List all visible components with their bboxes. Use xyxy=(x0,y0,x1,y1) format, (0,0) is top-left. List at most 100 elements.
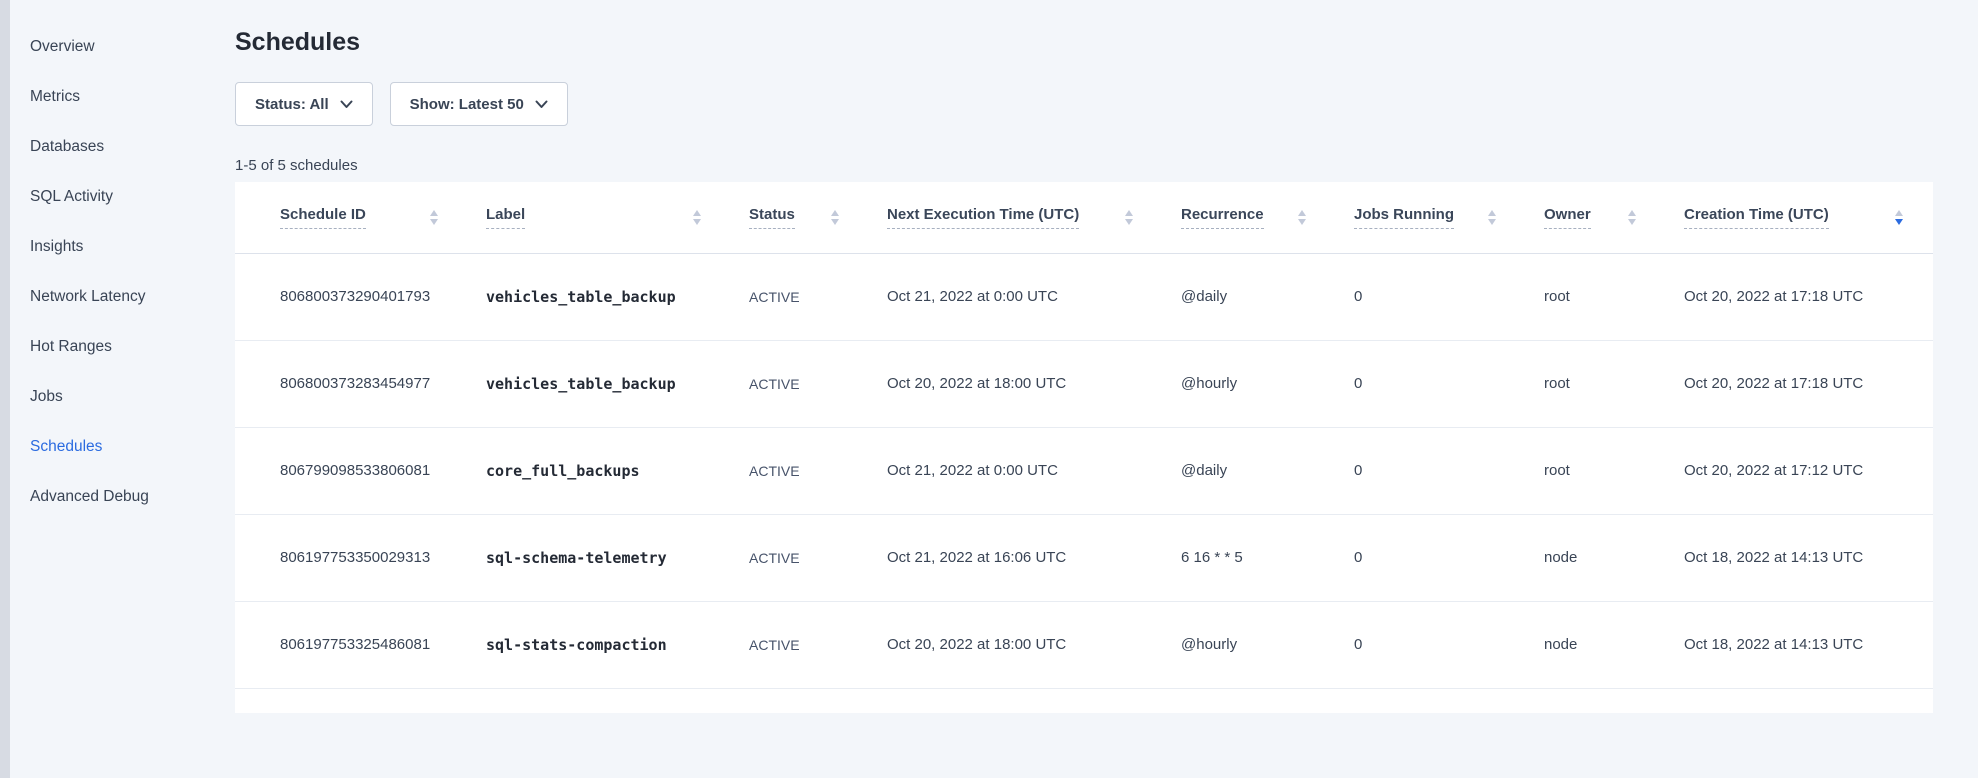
cell-owner: root xyxy=(1544,253,1684,340)
cell-next-execution-time: Oct 20, 2022 at 18:00 UTC xyxy=(887,601,1181,688)
cell-schedule-id: 806197753325486081 xyxy=(235,601,486,688)
sidebar-item-databases[interactable]: Databases xyxy=(30,122,235,172)
sort-icon xyxy=(1628,210,1636,225)
cell-recurrence: @hourly xyxy=(1181,601,1354,688)
main-content: Schedules Status: All Show: Latest 50 1-… xyxy=(235,0,1978,778)
sort-icon xyxy=(693,210,701,225)
cell-creation-time: Oct 18, 2022 at 14:13 UTC xyxy=(1684,601,1933,688)
cell-jobs-running: 0 xyxy=(1354,253,1544,340)
cell-status: ACTIVE xyxy=(749,601,887,688)
cell-schedule-id: 806799098533806081 xyxy=(235,427,486,514)
sidebar-item-label: Hot Ranges xyxy=(30,338,112,356)
cell-label: sql-stats-compaction xyxy=(486,601,749,688)
cell-next-execution-time: Oct 21, 2022 at 0:00 UTC xyxy=(887,427,1181,514)
cell-creation-time: Oct 20, 2022 at 17:12 UTC xyxy=(1684,427,1933,514)
cell-recurrence: 6 16 * * 5 xyxy=(1181,514,1354,601)
column-header-status[interactable]: Status xyxy=(749,182,887,253)
column-header-label: Schedule ID xyxy=(280,206,366,229)
page-title: Schedules xyxy=(235,28,1933,57)
cell-next-execution-time: Oct 21, 2022 at 0:00 UTC xyxy=(887,253,1181,340)
column-header-creation-time[interactable]: Creation Time (UTC) xyxy=(1684,182,1933,253)
sidebar-item-label: Overview xyxy=(30,38,95,56)
cell-status: ACTIVE xyxy=(749,514,887,601)
table-row: 806197753325486081 sql-stats-compaction … xyxy=(235,601,1933,688)
column-header-next-execution-time[interactable]: Next Execution Time (UTC) xyxy=(887,182,1181,253)
sidebar-item-schedules[interactable]: Schedules xyxy=(30,422,235,472)
table-row: 806800373283454977 vehicles_table_backup… xyxy=(235,340,1933,427)
cell-owner: node xyxy=(1544,601,1684,688)
sidebar-item-metrics[interactable]: Metrics xyxy=(30,72,235,122)
cell-next-execution-time: Oct 21, 2022 at 16:06 UTC xyxy=(887,514,1181,601)
column-header-label: Label xyxy=(486,206,525,229)
column-header-label: Creation Time (UTC) xyxy=(1684,206,1829,229)
status-filter-dropdown[interactable]: Status: All xyxy=(235,82,373,126)
sidebar-item-label: Network Latency xyxy=(30,288,145,306)
cell-recurrence: @daily xyxy=(1181,253,1354,340)
table-row: 806800373290401793 vehicles_table_backup… xyxy=(235,253,1933,340)
sort-icon xyxy=(430,210,438,225)
sidebar-item-label: Metrics xyxy=(30,88,80,106)
column-header-label: Jobs Running xyxy=(1354,206,1454,229)
sort-desc-active-icon xyxy=(1895,210,1903,225)
cell-label: vehicles_table_backup xyxy=(486,340,749,427)
cell-label: vehicles_table_backup xyxy=(486,253,749,340)
cell-owner: root xyxy=(1544,427,1684,514)
cell-creation-time: Oct 20, 2022 at 17:18 UTC xyxy=(1684,340,1933,427)
schedules-table: Schedule ID Label Status Next Execution … xyxy=(235,182,1933,689)
column-header-owner[interactable]: Owner xyxy=(1544,182,1684,253)
sidebar-item-network-latency[interactable]: Network Latency xyxy=(30,272,235,322)
cell-next-execution-time: Oct 20, 2022 at 18:00 UTC xyxy=(887,340,1181,427)
cell-status: ACTIVE xyxy=(749,253,887,340)
chevron-down-icon xyxy=(340,100,353,109)
cell-label: core_full_backups xyxy=(486,427,749,514)
cell-status: ACTIVE xyxy=(749,340,887,427)
cell-jobs-running: 0 xyxy=(1354,340,1544,427)
show-filter-label: Show: Latest 50 xyxy=(410,96,524,113)
table-row: 806799098533806081 core_full_backups ACT… xyxy=(235,427,1933,514)
column-header-label: Status xyxy=(749,206,795,229)
sidebar-item-overview[interactable]: Overview xyxy=(30,22,235,72)
cell-creation-time: Oct 20, 2022 at 17:18 UTC xyxy=(1684,253,1933,340)
cell-schedule-id: 806800373283454977 xyxy=(235,340,486,427)
sidebar-item-label: Advanced Debug xyxy=(30,488,149,506)
filter-bar: Status: All Show: Latest 50 xyxy=(235,82,1933,126)
cell-label: sql-schema-telemetry xyxy=(486,514,749,601)
sidebar-item-insights[interactable]: Insights xyxy=(30,222,235,272)
sort-icon xyxy=(1488,210,1496,225)
cell-schedule-id: 806197753350029313 xyxy=(235,514,486,601)
sidebar: Overview Metrics Databases SQL Activity … xyxy=(0,0,235,778)
column-header-label[interactable]: Label xyxy=(486,182,749,253)
sort-icon xyxy=(1298,210,1306,225)
schedules-table-card: Schedule ID Label Status Next Execution … xyxy=(235,182,1933,713)
results-count: 1-5 of 5 schedules xyxy=(235,157,1933,174)
cell-creation-time: Oct 18, 2022 at 14:13 UTC xyxy=(1684,514,1933,601)
column-header-recurrence[interactable]: Recurrence xyxy=(1181,182,1354,253)
sidebar-item-hot-ranges[interactable]: Hot Ranges xyxy=(30,322,235,372)
cell-owner: root xyxy=(1544,340,1684,427)
cell-jobs-running: 0 xyxy=(1354,427,1544,514)
sidebar-item-jobs[interactable]: Jobs xyxy=(30,372,235,422)
sidebar-item-label: Schedules xyxy=(30,438,102,456)
table-header-row: Schedule ID Label Status Next Execution … xyxy=(235,182,1933,253)
show-filter-dropdown[interactable]: Show: Latest 50 xyxy=(390,82,568,126)
cell-status: ACTIVE xyxy=(749,427,887,514)
sidebar-item-label: Jobs xyxy=(30,388,63,406)
cell-jobs-running: 0 xyxy=(1354,601,1544,688)
sidebar-item-advanced-debug[interactable]: Advanced Debug xyxy=(30,472,235,522)
cell-schedule-id: 806800373290401793 xyxy=(235,253,486,340)
table-row: 806197753350029313 sql-schema-telemetry … xyxy=(235,514,1933,601)
sidebar-item-label: SQL Activity xyxy=(30,188,113,206)
status-filter-label: Status: All xyxy=(255,96,329,113)
chevron-down-icon xyxy=(535,100,548,109)
sort-icon xyxy=(831,210,839,225)
sidebar-item-label: Insights xyxy=(30,238,83,256)
sidebar-item-sql-activity[interactable]: SQL Activity xyxy=(30,172,235,222)
cell-recurrence: @daily xyxy=(1181,427,1354,514)
column-header-schedule-id[interactable]: Schedule ID xyxy=(235,182,486,253)
column-header-label: Recurrence xyxy=(1181,206,1264,229)
page-left-edge xyxy=(0,0,10,778)
sidebar-item-label: Databases xyxy=(30,138,104,156)
sort-icon xyxy=(1125,210,1133,225)
cell-recurrence: @hourly xyxy=(1181,340,1354,427)
column-header-jobs-running[interactable]: Jobs Running xyxy=(1354,182,1544,253)
